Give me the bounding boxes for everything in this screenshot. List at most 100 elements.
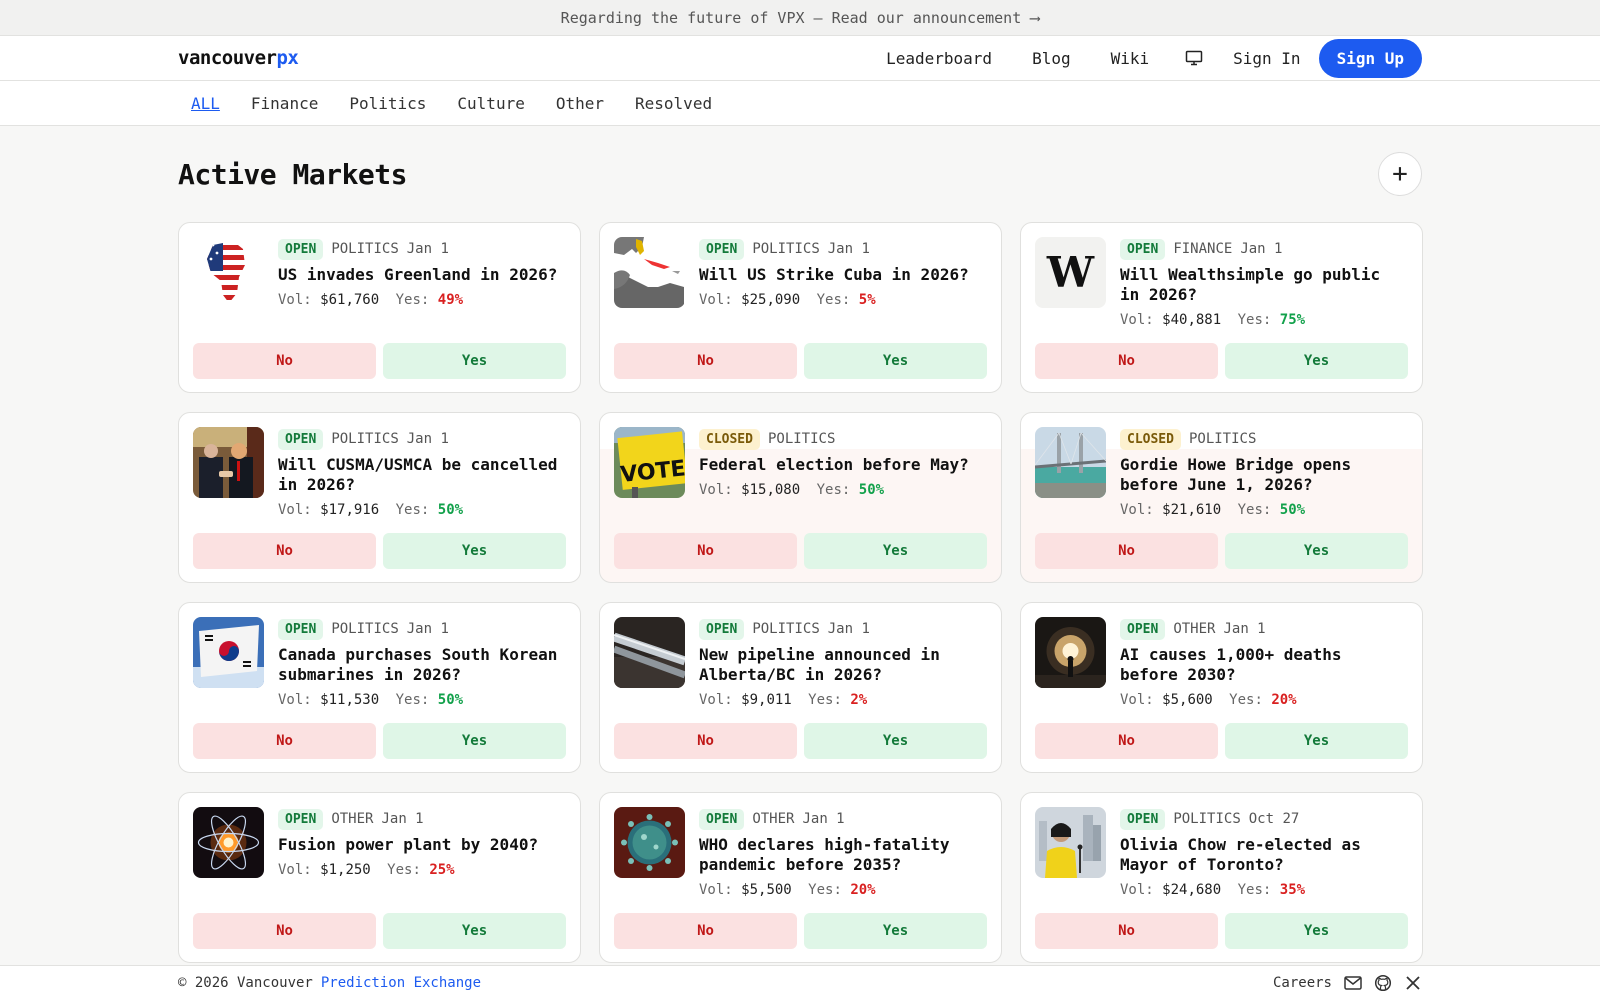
yes-percentage: 50% xyxy=(858,482,885,498)
yes-button[interactable]: Yes xyxy=(383,533,566,569)
yes-label: Yes: xyxy=(395,292,430,308)
volume-value: $24,680 xyxy=(1162,882,1222,898)
market-stats: Vol: $24,680 Yes: 35% xyxy=(1120,882,1408,898)
market-card[interactable]: OPEN POLITICS Jan 1 Will US Strike Cuba … xyxy=(599,222,1002,393)
yes-button[interactable]: Yes xyxy=(383,723,566,759)
yes-button[interactable]: Yes xyxy=(804,343,987,379)
no-button[interactable]: No xyxy=(193,533,376,569)
announcement-bar[interactable]: Regarding the future of VPX — Read our a… xyxy=(0,0,1600,36)
tab-resolved[interactable]: Resolved xyxy=(635,94,712,113)
market-date: Jan 1 xyxy=(406,621,449,637)
market-question[interactable]: WHO declares high-fatality pandemic befo… xyxy=(699,835,987,875)
market-question[interactable]: Canada purchases South Korean submarines… xyxy=(278,645,566,685)
market-category: POLITICS xyxy=(331,621,399,637)
mail-icon[interactable] xyxy=(1344,974,1362,992)
tab-all[interactable]: ALL xyxy=(191,94,220,113)
sign-up-button[interactable]: Sign Up xyxy=(1318,38,1422,78)
yes-label: Yes: xyxy=(1237,312,1272,328)
volume-label: Vol: xyxy=(278,862,312,878)
logo[interactable]: vancouverpx xyxy=(178,47,299,69)
main-content: Active Markets + OPEN POLITICS Jan 1 US … xyxy=(0,126,1600,963)
market-card[interactable]: OPEN OTHER Jan 1 WHO declares high-fatal… xyxy=(599,792,1002,963)
monitor-icon[interactable] xyxy=(1185,49,1203,67)
yes-percentage: 20% xyxy=(850,882,876,898)
no-button[interactable]: No xyxy=(614,533,797,569)
yes-percentage: 49% xyxy=(437,292,464,308)
sign-in-link[interactable]: Sign In xyxy=(1233,49,1300,68)
volume-value: $21,610 xyxy=(1162,502,1222,518)
market-card[interactable]: OPEN POLITICS Jan 1 US invades Greenland… xyxy=(178,222,581,393)
no-button[interactable]: No xyxy=(1035,723,1218,759)
market-thumbnail xyxy=(614,617,685,688)
market-question[interactable]: Gordie Howe Bridge opens before June 1, … xyxy=(1120,455,1408,495)
no-button[interactable]: No xyxy=(1035,913,1218,949)
tab-other[interactable]: Other xyxy=(556,94,604,113)
nav-wiki[interactable]: Wiki xyxy=(1111,49,1150,68)
market-card[interactable]: OPEN OTHER Jan 1 Fusion power plant by 2… xyxy=(178,792,581,963)
add-market-button[interactable]: + xyxy=(1378,152,1422,196)
status-badge: OPEN xyxy=(699,618,745,640)
status-badge: OPEN xyxy=(1120,618,1166,640)
market-question[interactable]: Olivia Chow re-elected as Mayor of Toron… xyxy=(1120,835,1408,875)
market-question[interactable]: AI causes 1,000+ deaths before 2030? xyxy=(1120,645,1408,685)
market-thumbnail xyxy=(614,237,685,308)
market-question[interactable]: Fusion power plant by 2040? xyxy=(278,835,566,855)
tab-politics[interactable]: Politics xyxy=(349,94,426,113)
market-card[interactable]: CLOSED POLITICS Gordie Howe Bridge opens… xyxy=(1020,412,1423,583)
market-stats: Vol: $15,080 Yes: 50% xyxy=(699,482,987,498)
market-stats: Vol: $9,011 Yes: 2% xyxy=(699,692,987,708)
yes-button[interactable]: Yes xyxy=(1225,343,1408,379)
prediction-exchange-link[interactable]: Prediction Exchange xyxy=(321,975,481,991)
yes-percentage: 50% xyxy=(437,692,464,708)
volume-label: Vol: xyxy=(1120,882,1154,898)
no-button[interactable]: No xyxy=(614,343,797,379)
yes-button[interactable]: Yes xyxy=(383,913,566,949)
market-card[interactable]: OPEN POLITICS Oct 27 Olivia Chow re-elec… xyxy=(1020,792,1423,963)
no-button[interactable]: No xyxy=(614,723,797,759)
no-button[interactable]: No xyxy=(193,723,376,759)
market-thumbnail xyxy=(193,427,264,498)
market-card[interactable]: OPEN OTHER Jan 1 AI causes 1,000+ deaths… xyxy=(1020,602,1423,773)
github-icon[interactable] xyxy=(1374,974,1392,992)
market-card[interactable]: VOTE CLOSED POLITICS Federal election be… xyxy=(599,412,1002,583)
yes-button[interactable]: Yes xyxy=(804,913,987,949)
market-card[interactable]: W OPEN FINANCE Jan 1 Will Wealthsimple g… xyxy=(1020,222,1423,393)
market-question[interactable]: Will Wealthsimple go public in 2026? xyxy=(1120,265,1408,305)
volume-label: Vol: xyxy=(699,692,733,708)
market-question[interactable]: Will CUSMA/USMCA be cancelled in 2026? xyxy=(278,455,566,495)
tab-culture[interactable]: Culture xyxy=(457,94,524,113)
announcement-text[interactable]: Regarding the future of VPX — Read our a… xyxy=(561,9,1040,27)
yes-button[interactable]: Yes xyxy=(1225,913,1408,949)
logo-text: vancouver xyxy=(178,47,277,69)
x-icon[interactable] xyxy=(1404,974,1422,992)
no-button[interactable]: No xyxy=(1035,343,1218,379)
yes-button[interactable]: Yes xyxy=(1225,723,1408,759)
market-question[interactable]: Federal election before May? xyxy=(699,455,987,475)
market-date: Oct 27 xyxy=(1248,811,1300,827)
yes-button[interactable]: Yes xyxy=(1225,533,1408,569)
market-card[interactable]: OPEN POLITICS Jan 1 New pipeline announc… xyxy=(599,602,1002,773)
yes-label: Yes: xyxy=(387,862,421,878)
no-button[interactable]: No xyxy=(1035,533,1218,569)
market-question[interactable]: Will US Strike Cuba in 2026? xyxy=(699,265,987,285)
market-card[interactable]: OPEN POLITICS Jan 1 Will CUSMA/USMCA be … xyxy=(178,412,581,583)
volume-value: $9,011 xyxy=(741,692,792,708)
plus-icon: + xyxy=(1392,159,1408,189)
nav-leaderboard[interactable]: Leaderboard xyxy=(886,49,992,68)
volume-value: $5,500 xyxy=(741,882,792,898)
yes-button[interactable]: Yes xyxy=(804,533,987,569)
nav-blog[interactable]: Blog xyxy=(1032,49,1071,68)
market-question[interactable]: New pipeline announced in Alberta/BC in … xyxy=(699,645,987,685)
yes-button[interactable]: Yes xyxy=(804,723,987,759)
yes-button[interactable]: Yes xyxy=(383,343,566,379)
yes-percentage: 25% xyxy=(429,862,455,878)
market-stats: Vol: $25,090 Yes: 5% xyxy=(699,292,987,308)
market-question[interactable]: US invades Greenland in 2026? xyxy=(278,265,566,285)
no-button[interactable]: No xyxy=(193,343,376,379)
market-card[interactable]: OPEN POLITICS Jan 1 Canada purchases Sou… xyxy=(178,602,581,773)
tab-finance[interactable]: Finance xyxy=(251,94,318,113)
no-button[interactable]: No xyxy=(193,913,376,949)
no-button[interactable]: No xyxy=(614,913,797,949)
yes-percentage: 2% xyxy=(850,692,868,708)
careers-link[interactable]: Careers xyxy=(1273,975,1332,991)
